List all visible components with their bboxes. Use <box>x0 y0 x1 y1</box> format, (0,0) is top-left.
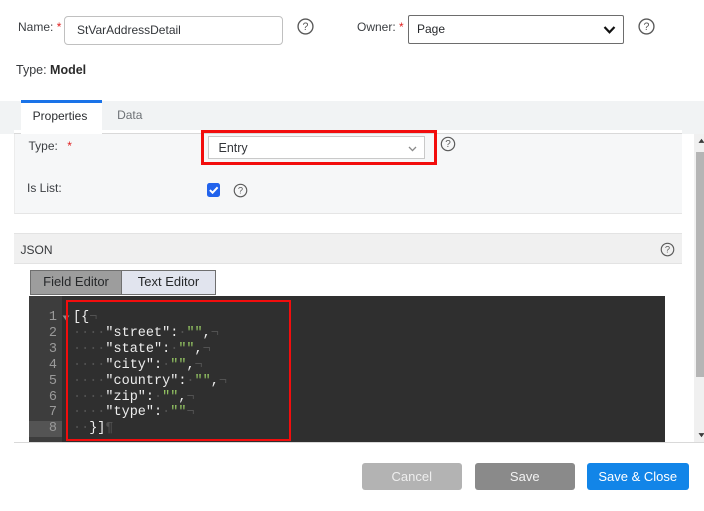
svg-text:?: ? <box>303 21 309 33</box>
svg-text:?: ? <box>238 185 243 195</box>
svg-text:?: ? <box>644 21 650 33</box>
svg-text:?: ? <box>665 244 670 254</box>
svg-text:?: ? <box>445 139 451 150</box>
